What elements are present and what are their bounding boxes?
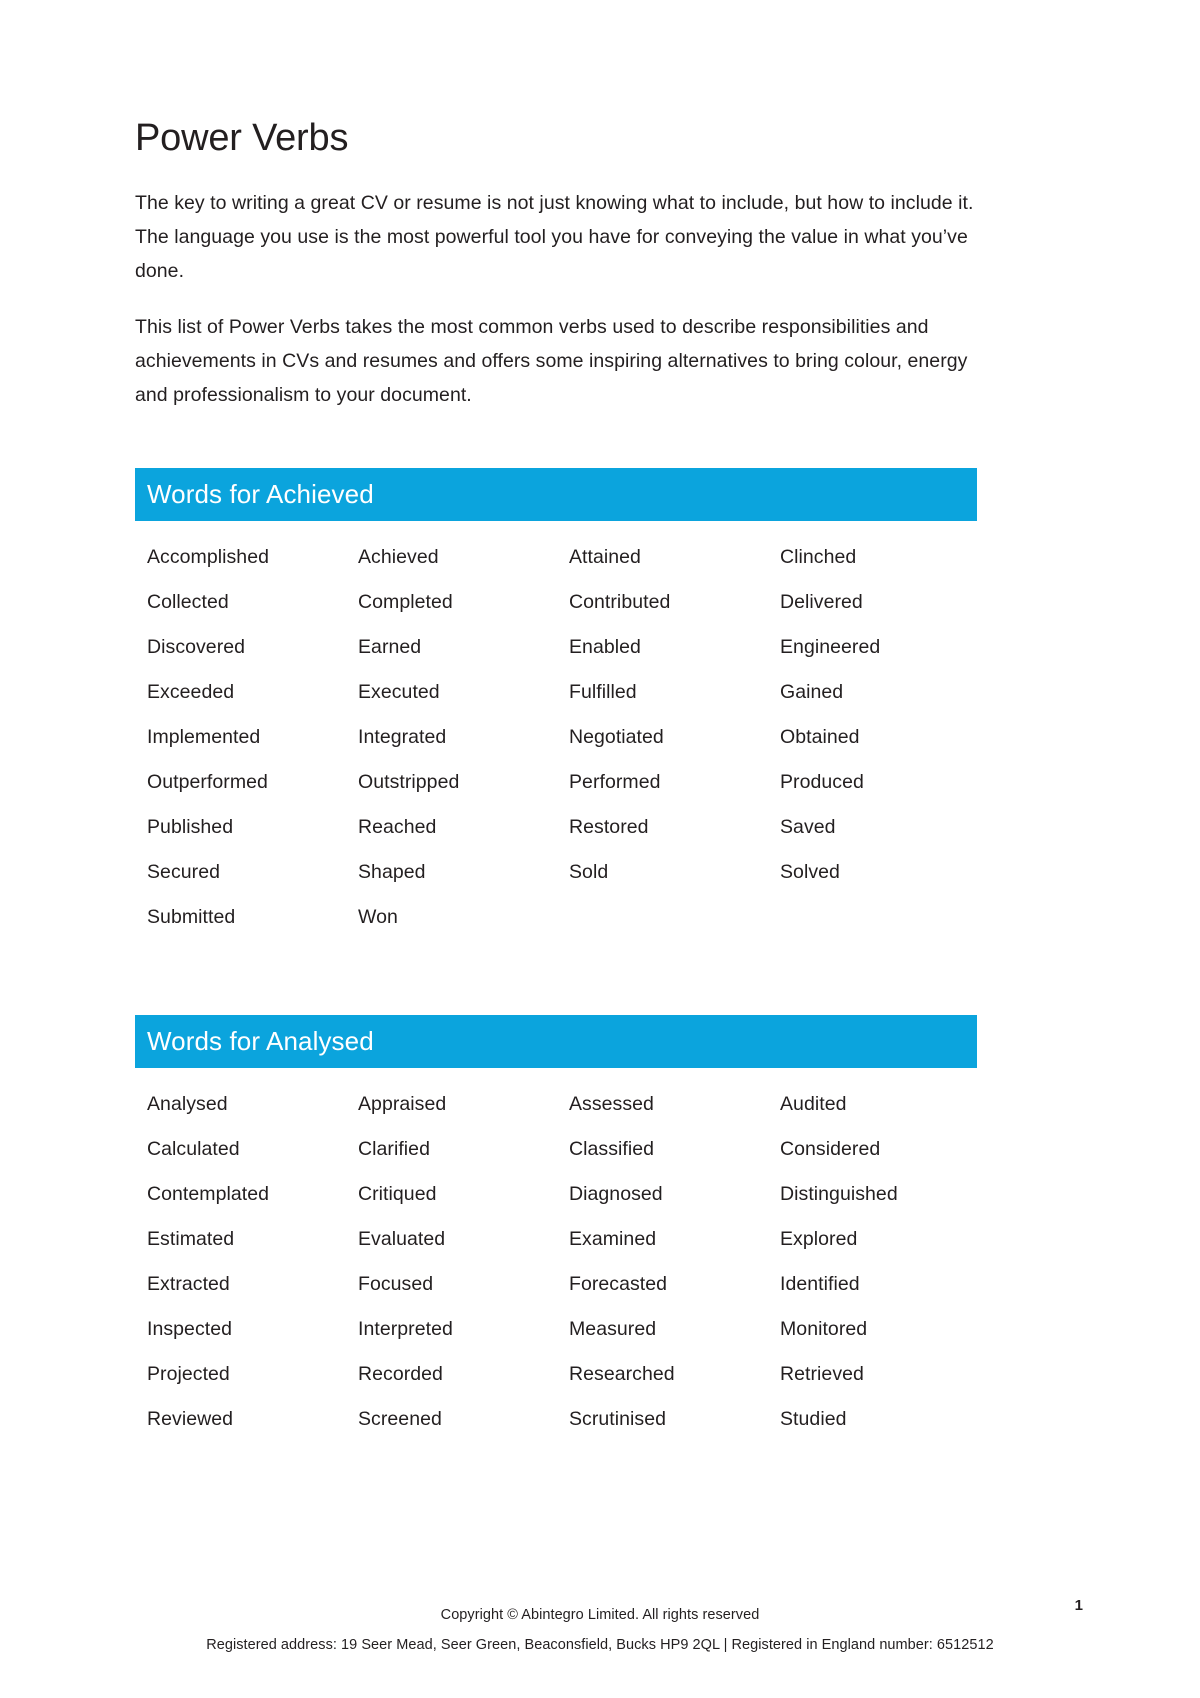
word-item: Collected — [147, 590, 229, 613]
word-item: Estimated — [147, 1227, 235, 1250]
word-item: Earned — [358, 635, 422, 658]
word-item: Completed — [358, 590, 453, 613]
footer-copyright: Copyright © Abintegro Limited. All right… — [440, 1607, 760, 1623]
word-item: Classified — [569, 1137, 655, 1160]
word-item: Saved — [780, 815, 836, 838]
intro-paragraph-1: The key to writing a great CV or resume … — [135, 191, 974, 282]
section-banner-analysed: Words for Analysed — [135, 1014, 977, 1068]
word-item: Executed — [358, 680, 440, 703]
word-item: Enabled — [569, 635, 641, 658]
word-item: Inspected — [147, 1317, 233, 1340]
spacer-above-section-1 — [135, 412, 977, 468]
word-item: Accomplished — [147, 545, 269, 568]
word-grid-analysed: Analysed Appraised Assessed Audited Calc… — [135, 1068, 977, 1442]
word-item: Examined — [569, 1227, 657, 1250]
word-item: Reviewed — [147, 1407, 234, 1430]
word-item: Delivered — [780, 590, 863, 613]
word-item: Obtained — [780, 725, 860, 748]
word-item: Engineered — [780, 635, 881, 658]
word-item: Published — [147, 815, 234, 838]
word-item: Submitted — [147, 905, 236, 928]
word-item: Screened — [358, 1407, 442, 1430]
word-item: Diagnosed — [569, 1182, 663, 1205]
word-item: Achieved — [358, 545, 439, 568]
section-heading-achieved: Words for Achieved — [147, 479, 374, 510]
page-number: 1 — [1074, 1597, 1083, 1614]
word-item: Explored — [780, 1227, 858, 1250]
section-words-for-analysed: Words for Analysed Analysed Appraised As… — [135, 1014, 977, 1442]
word-item: Contemplated — [147, 1182, 270, 1205]
word-item: Measured — [569, 1317, 657, 1340]
word-item: Monitored — [780, 1317, 868, 1340]
word-item: Outstripped — [358, 770, 460, 793]
word-item: Secured — [147, 860, 220, 883]
word-item: Interpreted — [358, 1317, 453, 1340]
word-item: Shaped — [358, 860, 426, 883]
section-words-for-achieved: Words for Achieved Accomplished Achieved… — [135, 467, 977, 940]
word-item: Won — [358, 905, 398, 928]
word-item: Studied — [780, 1407, 847, 1430]
word-item: Exceeded — [147, 680, 235, 703]
word-item: Sold — [569, 860, 609, 883]
word-item: Projected — [147, 1362, 230, 1385]
word-item: Assessed — [569, 1092, 654, 1115]
word-item: Performed — [569, 770, 661, 793]
word-item: Attained — [569, 545, 641, 568]
word-item: Scrutinised — [569, 1407, 667, 1430]
word-item: Clinched — [780, 545, 857, 568]
word-item: Considered — [780, 1137, 881, 1160]
word-item: Outperformed — [147, 770, 268, 793]
page-title: Power Verbs — [135, 117, 349, 159]
word-item: Restored — [569, 815, 649, 838]
spacer-above-section-2 — [135, 940, 977, 1015]
footer-registration: Registered address: 19 Seer Mead, Seer G… — [206, 1637, 994, 1653]
word-grid-achieved: Accomplished Achieved Attained Clinched … — [135, 521, 977, 940]
document-page: Power Verbs The key to writing a great C… — [0, 0, 1200, 1698]
word-item: Retrieved — [780, 1362, 864, 1385]
page-content: Power Verbs The key to writing a great C… — [135, 117, 977, 1442]
section-banner-achieved: Words for Achieved — [135, 467, 977, 521]
word-item: Integrated — [358, 725, 447, 748]
word-item: Researched — [569, 1362, 675, 1385]
section-heading-analysed: Words for Analysed — [147, 1026, 374, 1057]
word-item: Gained — [780, 680, 844, 703]
word-item: Identified — [780, 1272, 860, 1295]
word-item: Implemented — [147, 725, 261, 748]
word-item: Reached — [358, 815, 437, 838]
word-item: Fulfilled — [569, 680, 637, 703]
word-item: Clarified — [358, 1137, 430, 1160]
word-item: Evaluated — [358, 1227, 446, 1250]
word-item: Analysed — [147, 1092, 228, 1115]
word-item: Discovered — [147, 635, 246, 658]
word-item: Negotiated — [569, 725, 664, 748]
word-item: Contributed — [569, 590, 671, 613]
word-item: Focused — [358, 1272, 434, 1295]
word-item: Appraised — [358, 1092, 447, 1115]
word-item: Distinguished — [780, 1182, 898, 1205]
word-item: Extracted — [147, 1272, 230, 1295]
word-item: Produced — [780, 770, 864, 793]
word-item: Recorded — [358, 1362, 443, 1385]
page-footer: Copyright © Abintegro Limited. All right… — [0, 1600, 1200, 1660]
word-item: Solved — [780, 860, 840, 883]
word-item: Calculated — [147, 1137, 240, 1160]
word-item: Audited — [780, 1092, 847, 1115]
word-item: Critiqued — [358, 1182, 437, 1205]
word-item: Forecasted — [569, 1272, 668, 1295]
intro-paragraph-2: This list of Power Verbs takes the most … — [135, 315, 968, 406]
